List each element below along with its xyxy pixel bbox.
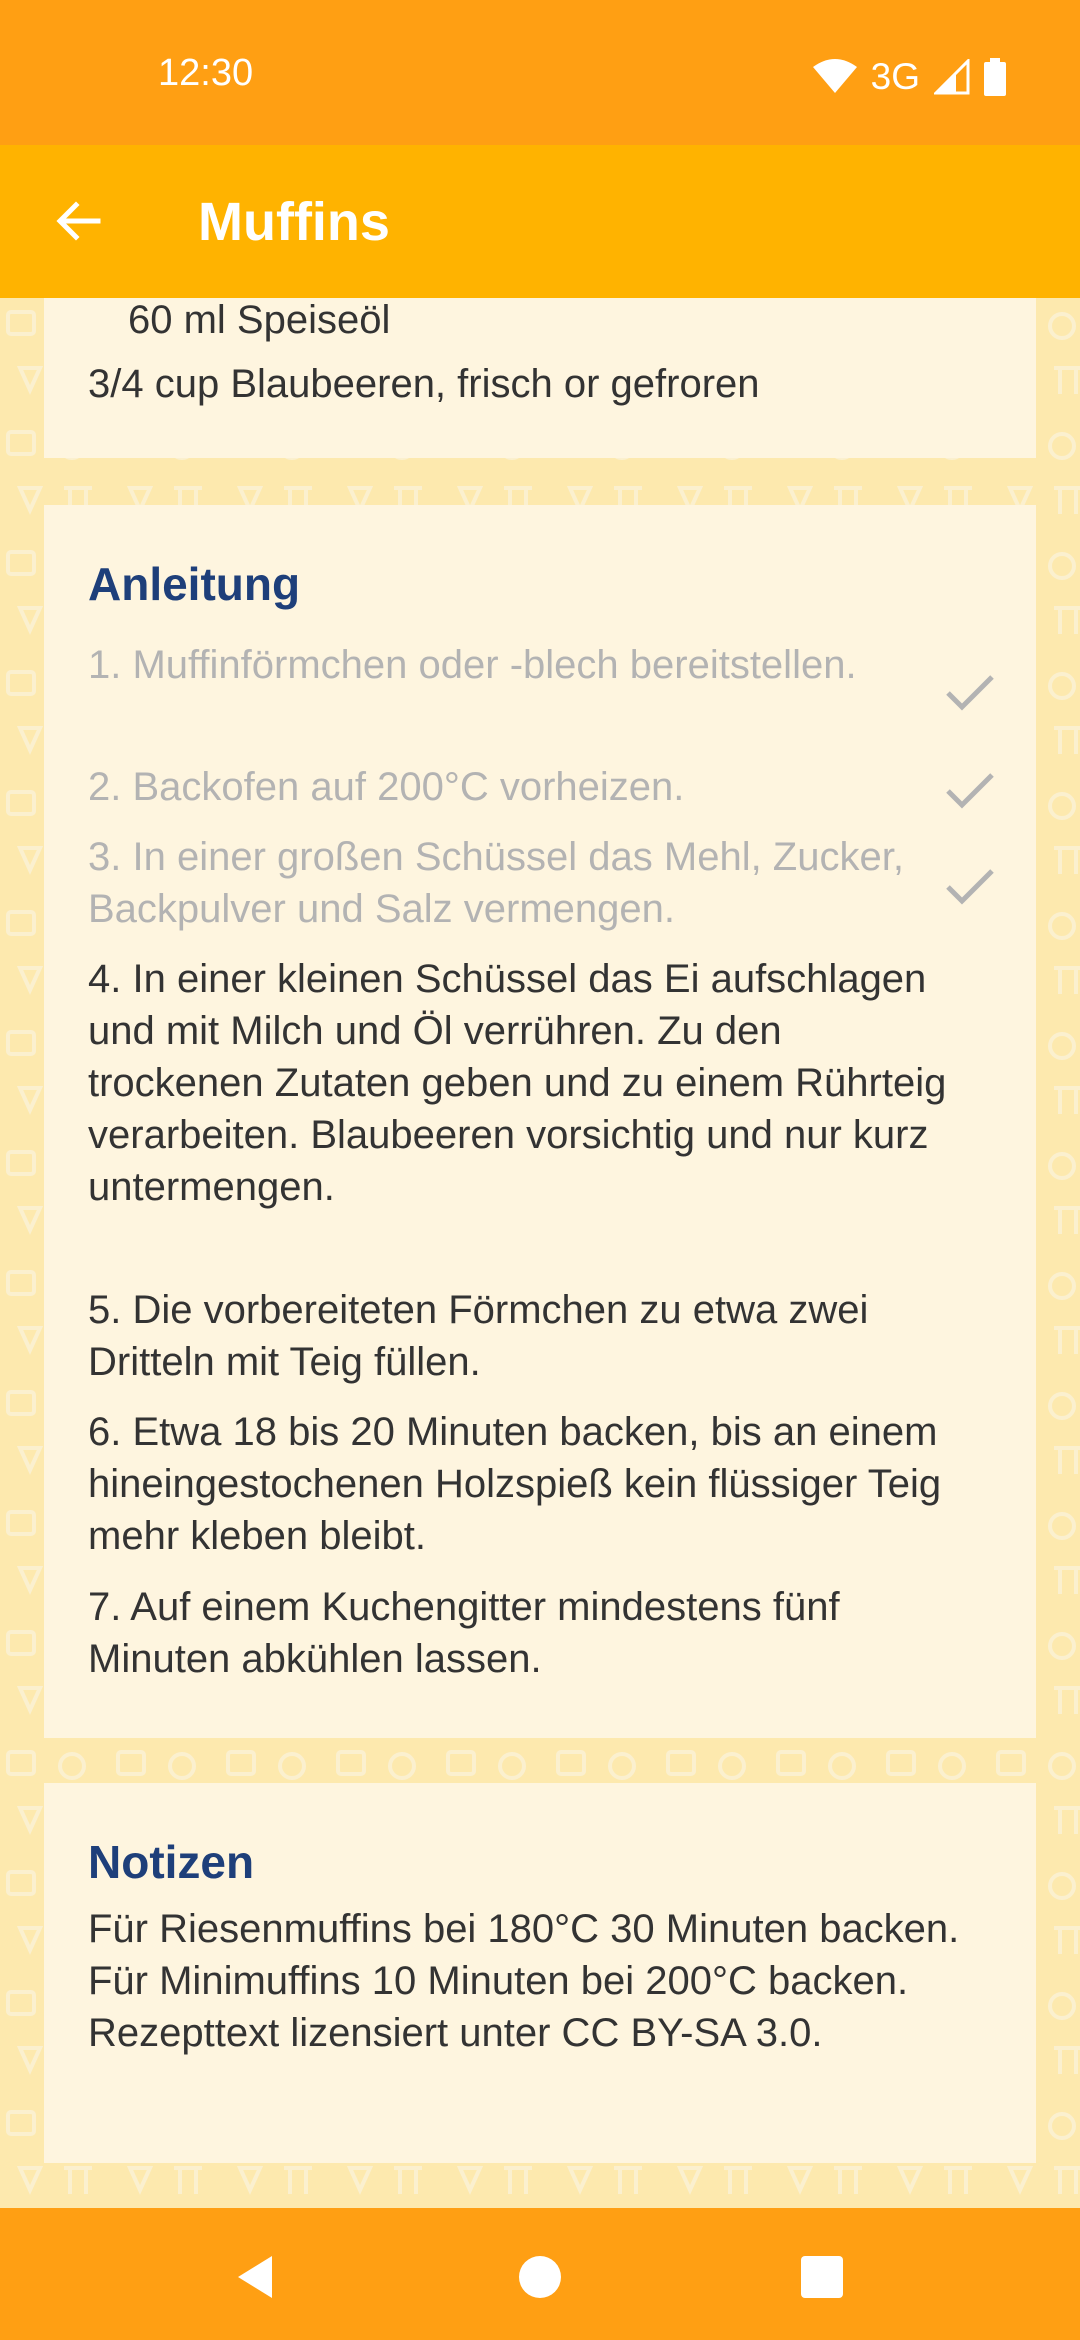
check-icon[interactable] <box>942 857 998 913</box>
check-icon[interactable] <box>942 663 998 719</box>
step-item[interactable]: 1. Muffinförmchen oder -blech bereitstel… <box>88 639 968 691</box>
notes-title: Notizen <box>88 1836 255 1888</box>
page-title: Muffins <box>198 192 390 252</box>
step-item[interactable]: 3. In einer großen Schüssel das Mehl, Zu… <box>88 831 968 935</box>
status-icons: 3G <box>812 52 1006 102</box>
battery-icon <box>984 58 1006 96</box>
step-text: 5. Die vorbereiteten Förmchen zu etwa zw… <box>88 1288 869 1384</box>
back-arrow-icon[interactable] <box>52 195 104 247</box>
step-item[interactable]: 7. Auf einem Kuchengitter mindestens fün… <box>88 1581 968 1685</box>
step-item[interactable]: 4. In einer kleinen Schüssel das Ei aufs… <box>88 953 968 1213</box>
recents-square-icon[interactable] <box>797 2252 847 2302</box>
step-text: 1. Muffinförmchen oder -blech bereitstel… <box>88 643 857 687</box>
step-text: 4. In einer kleinen Schüssel das Ei aufs… <box>88 957 947 1209</box>
step-text: 3. In einer großen Schüssel das Mehl, Zu… <box>88 835 904 931</box>
ingredient-item: 60 ml Speiseöl <box>128 298 391 342</box>
instructions-card: Anleitung 1. Muffinförmchen oder -blech … <box>44 505 1036 1738</box>
instructions-title: Anleitung <box>88 558 301 610</box>
ingredient-item: 3/4 cup Blaubeeren, frisch or gefroren <box>88 362 760 406</box>
step-text: 7. Auf einem Kuchengitter mindestens fün… <box>88 1585 840 1681</box>
wifi-icon <box>812 59 857 93</box>
step-item[interactable]: 2. Backofen auf 200°C vorheizen. <box>88 761 968 813</box>
step-item[interactable]: 5. Die vorbereiteten Förmchen zu etwa zw… <box>88 1284 968 1388</box>
notes-text: Für Riesenmuffins bei 180°C 30 Minuten b… <box>88 1907 960 2055</box>
notes-card: Notizen Für Riesenmuffins bei 180°C 30 M… <box>44 1783 1036 2163</box>
app-bar: Muffins <box>0 145 1080 298</box>
status-bar: 12:30 3G <box>0 0 1080 145</box>
signal-icon <box>934 59 970 95</box>
step-text: 6. Etwa 18 bis 20 Minuten backen, bis an… <box>88 1410 942 1558</box>
network-type: 3G <box>870 56 920 97</box>
step-item[interactable]: 6. Etwa 18 bis 20 Minuten backen, bis an… <box>88 1406 968 1562</box>
status-time: 12:30 <box>158 52 254 94</box>
check-icon[interactable] <box>942 761 998 817</box>
back-triangle-icon[interactable] <box>232 2252 282 2302</box>
home-circle-icon[interactable] <box>515 2252 565 2302</box>
ingredients-card: 60 ml Speiseöl 3/4 cup Blaubeeren, frisc… <box>44 298 1036 458</box>
step-text: 2. Backofen auf 200°C vorheizen. <box>88 765 685 809</box>
navigation-bar <box>0 2208 1080 2340</box>
